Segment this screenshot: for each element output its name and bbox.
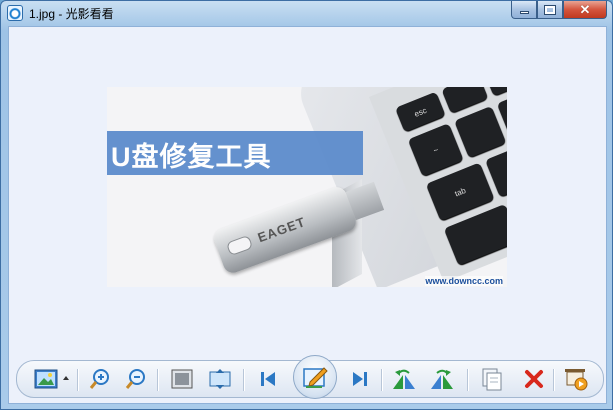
close-button[interactable]: ✕ [563, 1, 607, 19]
rotate-left-icon [393, 369, 415, 389]
maximize-icon [544, 4, 556, 15]
minimize-button[interactable] [511, 1, 537, 19]
toolbar-divider [157, 369, 159, 391]
toolbar-divider [243, 369, 245, 391]
slideshow-button[interactable] [563, 366, 589, 392]
viewer-window: 1.jpg - 光影看看 ✕ esc ~ tab EAGET U盘修复工具 ww… [0, 0, 613, 410]
chevron-up-icon[interactable] [63, 376, 69, 380]
image-viewport[interactable]: esc ~ tab EAGET U盘修复工具 www.downcc.com [8, 26, 607, 404]
copy-icon [482, 368, 502, 391]
key-tab-label: tab [453, 185, 467, 199]
delete-button[interactable] [521, 366, 547, 392]
delete-icon [525, 370, 543, 388]
fit-window-icon [209, 369, 231, 389]
displayed-image[interactable]: esc ~ tab EAGET U盘修复工具 www.downcc.com [107, 87, 507, 287]
previous-icon [261, 372, 275, 386]
maximize-button[interactable] [537, 1, 563, 19]
title-banner: U盘修复工具 [107, 131, 363, 175]
zoom-in-button[interactable] [87, 366, 113, 392]
actual-size-icon [171, 369, 193, 389]
edit-button[interactable] [293, 355, 337, 399]
key-tilde-label: ~ [431, 144, 440, 155]
toolbar-divider [553, 369, 555, 391]
watermark: www.downcc.com [425, 276, 503, 286]
fit-window-button[interactable] [207, 366, 233, 392]
edit-icon [303, 367, 328, 388]
image-menu-button[interactable] [33, 366, 59, 392]
bottom-toolbar [16, 355, 604, 399]
key-1 [454, 105, 507, 158]
drive-lanyard-hole [225, 234, 254, 257]
rotate-left-button[interactable] [391, 366, 417, 392]
toolbar-divider [381, 369, 383, 391]
title-bar[interactable]: 1.jpg - 光影看看 ✕ [1, 1, 612, 25]
close-icon: ✕ [579, 1, 591, 17]
toolbar-divider [77, 369, 79, 391]
picture-icon [34, 369, 58, 389]
drive-brand: EAGET [255, 214, 308, 246]
key-esc-label: esc [412, 105, 428, 119]
app-eye-icon [7, 5, 23, 21]
rotate-right-button[interactable] [429, 366, 455, 392]
banner-text: U盘修复工具 [111, 142, 272, 172]
zoom-out-icon [125, 369, 145, 389]
rotate-right-icon [431, 369, 453, 389]
window-controls: ✕ [511, 1, 607, 19]
next-button[interactable] [347, 366, 373, 392]
actual-size-button[interactable] [169, 366, 195, 392]
slideshow-icon [565, 369, 588, 391]
key-tilde: ~ [407, 123, 464, 177]
toolbar-divider [467, 369, 469, 391]
window-title: 1.jpg - 光影看看 [29, 7, 114, 21]
zoom-out-button[interactable] [123, 366, 149, 392]
next-icon [353, 372, 367, 386]
copy-button[interactable] [479, 366, 505, 392]
previous-button[interactable] [255, 366, 281, 392]
key-f2 [484, 87, 507, 97]
minimize-icon [519, 11, 529, 14]
zoom-in-icon [89, 369, 109, 389]
